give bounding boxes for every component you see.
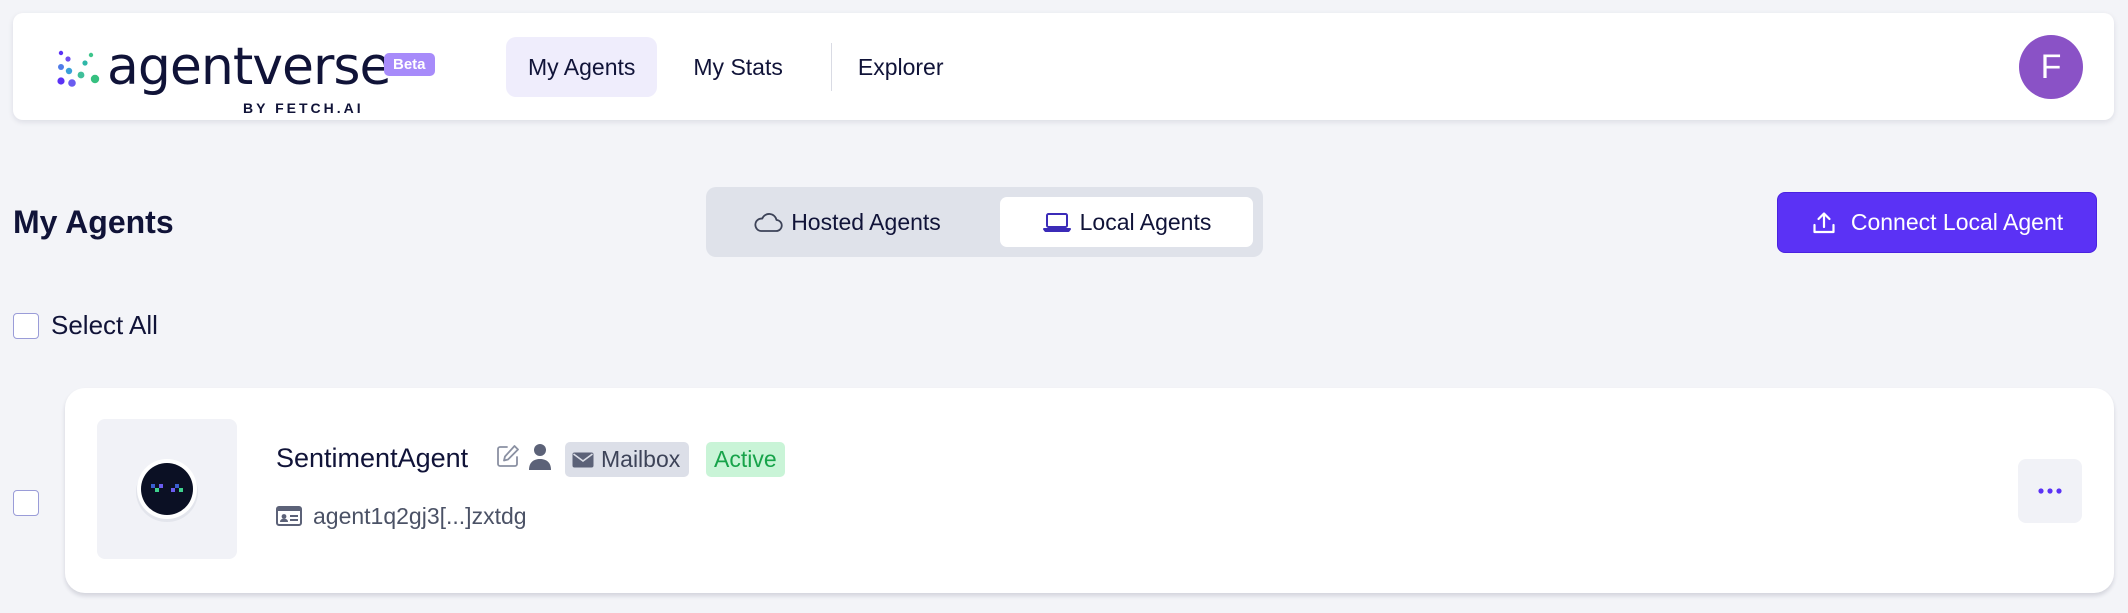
ellipsis-icon bbox=[2038, 488, 2062, 494]
upload-icon bbox=[1813, 211, 1835, 233]
select-all[interactable]: Select All bbox=[13, 310, 158, 341]
nav-explorer[interactable]: Explorer bbox=[858, 37, 966, 97]
agent-avatar bbox=[97, 419, 237, 559]
cloud-icon bbox=[754, 213, 783, 232]
envelope-icon bbox=[572, 452, 594, 467]
connect-local-agent-button[interactable]: Connect Local Agent bbox=[1778, 193, 2096, 252]
status-badge: Active bbox=[706, 442, 785, 477]
tab-local-agents[interactable]: Local Agents bbox=[1000, 197, 1253, 247]
page-title: My Agents bbox=[13, 204, 174, 240]
logo-dots-icon bbox=[57, 50, 100, 87]
id-card-icon bbox=[276, 506, 302, 526]
logo-wordmark: agentverse bbox=[107, 37, 391, 97]
top-header: agentverse Beta BY FETCH.AI My Agents My… bbox=[13, 13, 2114, 120]
user-avatar[interactable]: F bbox=[2019, 35, 2083, 99]
select-all-checkbox[interactable] bbox=[13, 312, 39, 339]
tab-hosted-agents-label: Hosted Agents bbox=[791, 208, 941, 235]
logo-byline: BY FETCH.AI bbox=[243, 100, 364, 116]
robot-face-icon bbox=[136, 459, 198, 522]
nav-my-agents[interactable]: My Agents bbox=[506, 37, 658, 97]
select-all-label: Select All bbox=[51, 310, 158, 340]
laptop-icon bbox=[1042, 213, 1071, 232]
mailbox-badge: Mailbox bbox=[565, 442, 690, 477]
main-nav: My Agents My Stats Explorer bbox=[506, 37, 966, 97]
agentverse-logo[interactable]: agentverse Beta BY FETCH.AI bbox=[43, 31, 443, 121]
nav-divider bbox=[830, 43, 832, 91]
connect-local-agent-label: Connect Local Agent bbox=[1850, 209, 2064, 235]
agent-address[interactable]: agent1q2gj3[...]zxtdg bbox=[313, 500, 527, 532]
agent-type-switch: Hosted Agents Local Agents bbox=[706, 187, 1263, 257]
agent-row-checkbox[interactable] bbox=[13, 490, 39, 516]
agent-name: SentimentAgent bbox=[276, 443, 469, 473]
edit-icon[interactable] bbox=[495, 443, 521, 469]
tab-hosted-agents[interactable]: Hosted Agents bbox=[718, 197, 976, 247]
tab-local-agents-label: Local Agents bbox=[1079, 208, 1212, 235]
more-options-button[interactable] bbox=[2018, 459, 2082, 523]
beta-badge: Beta bbox=[384, 53, 435, 76]
agent-card[interactable]: SentimentAgent Mailbox Active agent1q2gj… bbox=[65, 388, 2114, 593]
mailbox-badge-label: Mailbox bbox=[601, 446, 681, 472]
person-icon bbox=[529, 444, 551, 470]
nav-my-stats[interactable]: My Stats bbox=[671, 37, 804, 97]
